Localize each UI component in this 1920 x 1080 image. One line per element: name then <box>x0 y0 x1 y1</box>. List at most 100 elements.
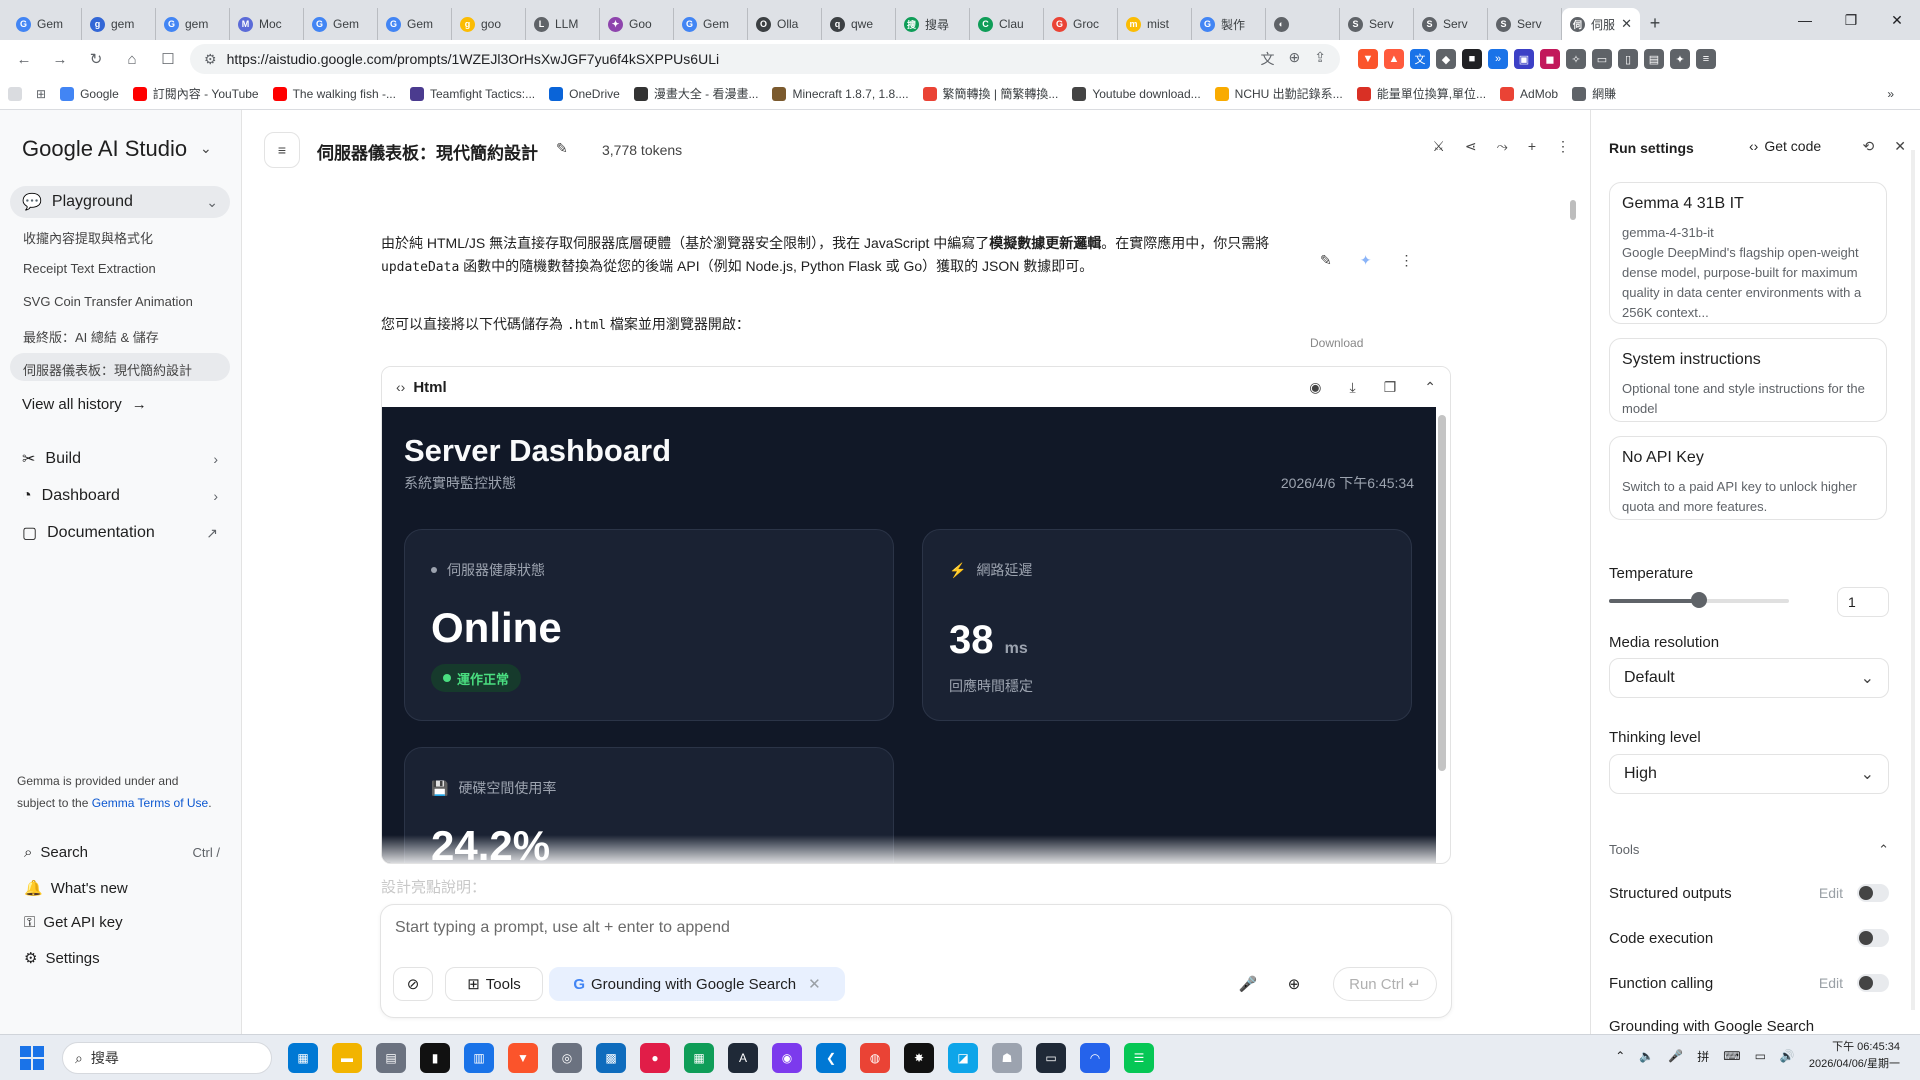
bookmark-item[interactable]: Minecraft 1.8.7, 1.8.... <box>772 86 909 101</box>
download-icon[interactable]: ⤓ <box>1350 379 1356 396</box>
browser-tab[interactable]: C Clau <box>970 8 1044 40</box>
more-vert-icon[interactable]: ⋮ <box>1399 252 1413 269</box>
extension-icon[interactable]: ■ <box>1462 49 1482 69</box>
code-execution-toggle[interactable] <box>1857 929 1889 947</box>
tools-button[interactable]: ⊞ Tools <box>445 967 543 1001</box>
reset-icon[interactable]: ⟲ <box>1863 138 1875 155</box>
bookmark-item[interactable]: AdMob <box>1500 86 1558 101</box>
line-icon[interactable]: ☰ <box>1124 1043 1154 1073</box>
share-icon[interactable]: ⋖ <box>1465 138 1477 155</box>
run-button[interactable]: Run Ctrl ↵ <box>1333 967 1437 1001</box>
app-icon[interactable]: ☗ <box>992 1043 1022 1073</box>
sidebar-whats-new[interactable]: 🔔 What's new <box>24 879 220 898</box>
hide-button[interactable]: ⊘ <box>393 967 433 1001</box>
home-icon[interactable]: ⌂ <box>118 45 146 73</box>
bookmark-item[interactable]: 訂閱內容 - YouTube <box>132 85 259 102</box>
extension-icon[interactable]: ◼ <box>1540 49 1560 69</box>
get-code-button[interactable]: ‹› Get code <box>1749 138 1821 154</box>
forward-icon[interactable]: → <box>46 45 74 73</box>
media-player-icon[interactable]: ● <box>640 1043 670 1073</box>
wallet-icon[interactable]: ▤ <box>1644 49 1664 69</box>
console-icon[interactable]: ▭ <box>1036 1043 1066 1073</box>
extension-icon[interactable]: ▣ <box>1514 49 1534 69</box>
menu-icon[interactable]: ≡ <box>1696 49 1716 69</box>
bookmark-item[interactable]: Youtube download... <box>1072 86 1201 101</box>
tools-section-header[interactable]: Tools ⌃ <box>1609 842 1889 858</box>
api-key-card[interactable]: No API Key Switch to a paid API key to u… <box>1609 436 1887 520</box>
close-icon[interactable]: ✕ <box>808 975 821 993</box>
microphone-button[interactable]: 🎤 <box>1231 967 1265 1001</box>
leo-icon[interactable]: ✦ <box>1670 49 1690 69</box>
close-icon[interactable]: ✕ <box>1894 138 1906 155</box>
history-item-selected[interactable]: 伺服器儀表板：現代簡約設計 <box>10 353 230 381</box>
chevron-up-icon[interactable]: ⌃ <box>1424 379 1436 396</box>
gemma-terms-link[interactable]: Gemma Terms of Use <box>92 796 208 810</box>
widgets-icon[interactable]: ▦ <box>288 1043 318 1073</box>
browser-tab[interactable]: Ggem <box>156 8 230 40</box>
temperature-slider[interactable] <box>1609 592 1789 608</box>
history-item[interactable]: SVG Coin Transfer Animation <box>23 294 193 309</box>
edit-icon[interactable]: ✎ <box>1320 252 1332 269</box>
keyboard-icon[interactable]: ⌨ <box>1723 1049 1740 1063</box>
bookmark-item[interactable]: 網賺 <box>1572 85 1616 102</box>
bookmark-icon[interactable]: ☐ <box>154 45 182 73</box>
browser-tab[interactable]: G Gem <box>378 8 452 40</box>
toggle-sidebar-button[interactable]: ≡ <box>264 132 300 168</box>
browser-tab[interactable]: G 製作 <box>1192 8 1266 40</box>
prompt-input[interactable] <box>395 919 1295 937</box>
system-instructions-card[interactable]: System instructions Optional tone and st… <box>1609 338 1887 422</box>
bookmark-item[interactable]: OneDrive <box>549 86 620 101</box>
chevron-down-icon[interactable]: ⌄ <box>206 194 218 211</box>
spreadsheet-icon[interactable]: ▦ <box>684 1043 714 1073</box>
close-window-icon[interactable]: ✕ <box>1874 0 1920 40</box>
browser-tab[interactable]: G Gem <box>8 8 82 40</box>
browser-tab[interactable]: S Serv <box>1414 8 1488 40</box>
browser-tab[interactable]: q qwe <box>822 8 896 40</box>
more-bookmarks-icon[interactable]: » <box>1887 87 1894 101</box>
settings-scrollbar[interactable] <box>1911 150 1915 1010</box>
app-icon[interactable]: ✸ <box>904 1043 934 1073</box>
zoom-icon[interactable]: ⊕ <box>1289 49 1301 69</box>
volume-icon[interactable]: 🔈 <box>1639 1049 1654 1063</box>
browser-tab[interactable]: G Gem <box>304 8 378 40</box>
browser-tab[interactable]: M Moc <box>230 8 304 40</box>
sidebar-item-dashboard[interactable]: ◔ Dashboard › <box>10 480 230 512</box>
app-icon[interactable]: ◎ <box>552 1043 582 1073</box>
sidebar-search[interactable]: ⌕ Search Ctrl / <box>24 844 220 861</box>
browser-tab[interactable]: L LLM <box>526 8 600 40</box>
chat-scrollbar[interactable] <box>1570 200 1576 220</box>
github-icon[interactable]: ◉ <box>772 1043 802 1073</box>
terminal-icon[interactable]: ▮ <box>420 1043 450 1073</box>
share-icon[interactable]: ⇪ <box>1314 49 1326 69</box>
site-info-icon[interactable]: ⚙ <box>204 51 217 68</box>
more-vert-icon[interactable]: ⋮ <box>1556 138 1570 155</box>
brave-browser-icon[interactable]: ▼ <box>508 1043 538 1073</box>
browser-tab[interactable]: S Serv <box>1488 8 1562 40</box>
browser-tab[interactable]: ✦ Goo <box>600 8 674 40</box>
edit-title-icon[interactable]: ✎ <box>556 140 568 157</box>
back-icon[interactable]: ← <box>10 45 38 73</box>
browser-tab[interactable]: S Serv <box>1340 8 1414 40</box>
paint-icon[interactable]: ◪ <box>948 1043 978 1073</box>
browser-tab[interactable]: m mist <box>1118 8 1192 40</box>
tool-edit-button[interactable]: Edit <box>1819 885 1843 901</box>
speaker-icon[interactable]: 🔊 <box>1780 1049 1795 1063</box>
chevron-down-icon[interactable]: ⌄ <box>200 140 212 157</box>
preview-scrollbar[interactable] <box>1438 415 1446 771</box>
reload-icon[interactable]: ↻ <box>82 45 110 73</box>
sidebar-icon[interactable]: ▯ <box>1618 49 1638 69</box>
add-icon[interactable]: + <box>1528 138 1536 155</box>
bookmark-item[interactable]: Google <box>60 86 119 101</box>
sidebar-item-build[interactable]: ✂ Build › <box>10 443 230 475</box>
brave-shield-icon[interactable]: ▼ <box>1358 49 1378 69</box>
browser-tab[interactable]: g gem <box>82 8 156 40</box>
sidebar-settings[interactable]: ⚙ Settings <box>24 949 220 968</box>
taskbar-clock[interactable]: 下午 06:45:34 2026/04/06/星期一 <box>1809 1039 1900 1073</box>
shield-extension-icon[interactable]: ◆ <box>1436 49 1456 69</box>
calculator-icon[interactable]: ▤ <box>376 1043 406 1073</box>
vscode-icon[interactable]: ❮ <box>816 1043 846 1073</box>
history-item[interactable]: Receipt Text Extraction <box>23 261 156 276</box>
branch-icon[interactable]: ⤳ <box>1497 138 1508 155</box>
bookmark-item[interactable]: 漫畫大全 - 看漫畫... <box>633 85 758 102</box>
function-calling-toggle[interactable] <box>1857 974 1889 992</box>
